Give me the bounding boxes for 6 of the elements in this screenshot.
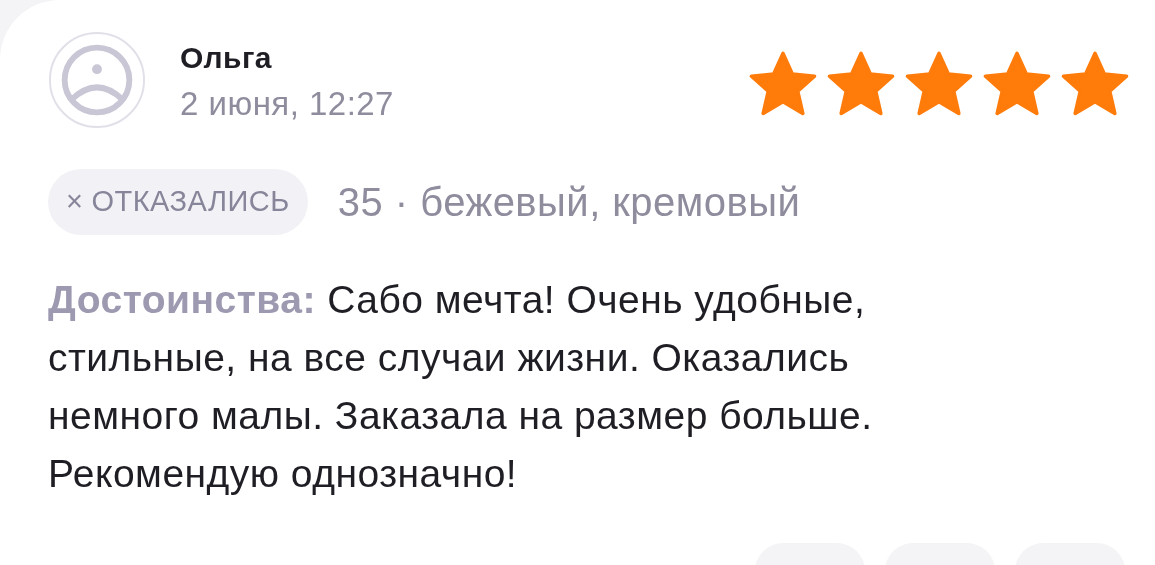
avatar-icon — [48, 31, 146, 129]
variant-text: 35 · бежевый, кремовый — [337, 179, 801, 226]
author-name: Ольга — [180, 40, 274, 76]
review-text: Достоинства: Сабо мечта! Очень удобные, стильные, на все случаи жизни. Оказались немного малы. Заказала на размер больше. Рекомендую однозначно! — [48, 277, 874, 497]
status-tag: × ОТКАЗАЛИСЬ — [48, 169, 308, 235]
review-date: 2 июня, 12:27 — [180, 84, 394, 124]
